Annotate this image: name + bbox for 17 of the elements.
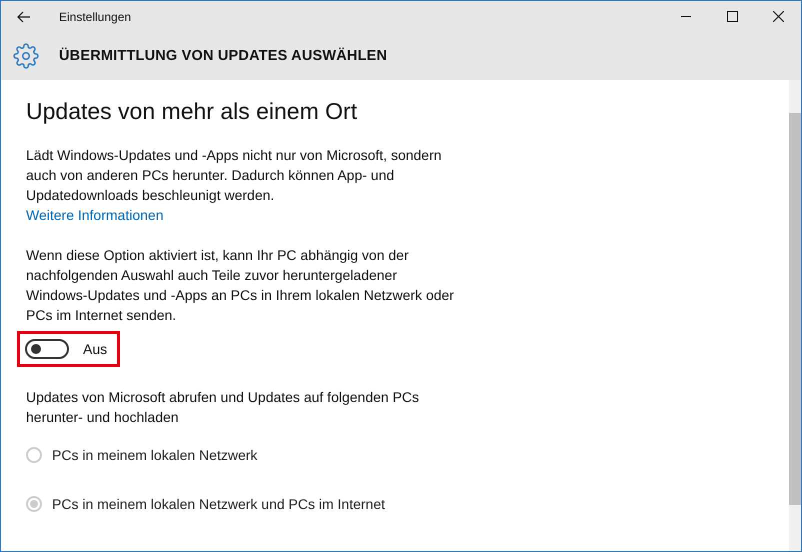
radio-label: PCs in meinem lokalen Netzwerk und PCs im Internet [52, 496, 386, 512]
settings-icon [13, 43, 39, 69]
description-text: Lädt Windows-Updates und -Apps nicht nur von Microsoft, sondern auch von anderen PCs herunter. Dadurch können App- und Updatedownloads beschleunigt werden. [26, 146, 443, 205]
radio-label: PCs in meinem lokalen Netzwerk [52, 447, 258, 463]
minimize-icon [681, 16, 691, 17]
close-icon [772, 11, 784, 22]
back-arrow-icon [17, 10, 31, 22]
choice-text: Updates von Microsoft abrufen und Updates auf folgenden PCs herunter- und hochladen [26, 388, 420, 427]
page-title: ÜBERMITTLUNG VON UPDATES AUSWÄHLEN [59, 48, 388, 64]
more-info-link[interactable]: Weitere Informationen [26, 205, 164, 225]
scrollbar[interactable] [789, 80, 801, 551]
option-text: Wenn diese Option aktiviert ist, kann Ihr PC abhängig von der nachfolgenden Auswahl auch Teile zuvor heruntergeladener Windows-Updates und -Apps an PCs in Ihrem lokalen Netzwerk oder PCs im Internet senden. [26, 246, 455, 325]
section-heading: Updates von mehr als einem Ort [26, 98, 358, 125]
toggle-switch[interactable] [25, 339, 69, 359]
maximize-icon [726, 11, 738, 22]
window-title: Einstellungen [59, 10, 132, 24]
toggle-label: Aus [83, 341, 108, 357]
